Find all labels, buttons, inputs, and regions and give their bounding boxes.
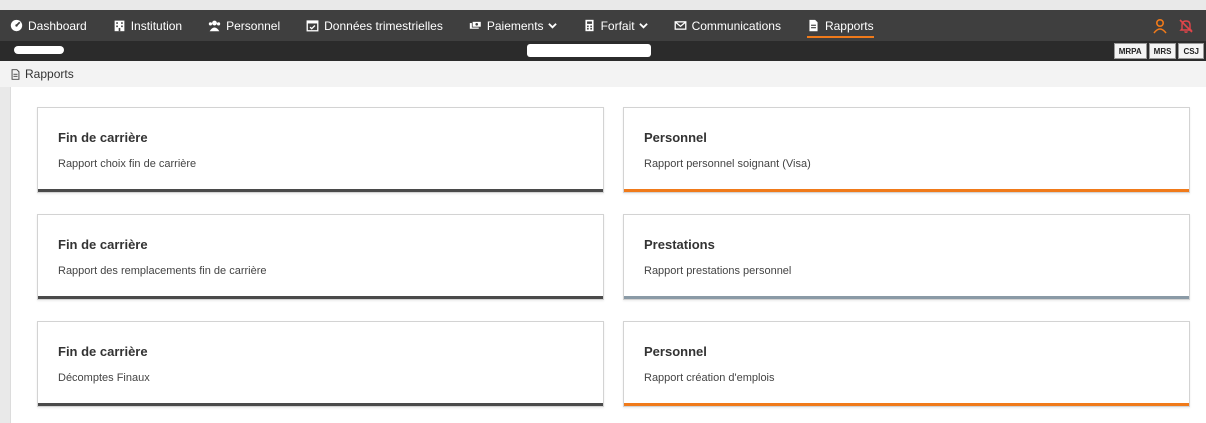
page-title: Rapports bbox=[25, 67, 74, 81]
calculator-icon bbox=[585, 19, 594, 32]
redacted-area bbox=[527, 44, 651, 57]
envelope-icon bbox=[674, 21, 687, 30]
nav-item-personnel[interactable]: Personnel bbox=[208, 10, 280, 41]
top-right-icons bbox=[1152, 10, 1194, 41]
card-description: Rapport création d'emplois bbox=[644, 372, 775, 384]
dashboard-icon bbox=[10, 19, 23, 32]
nav-item-label: Données trimestrielles bbox=[324, 18, 443, 33]
card-description: Rapport choix fin de carrière bbox=[58, 158, 197, 170]
sub-bar: MRPA MRS CSJ bbox=[0, 41, 1206, 61]
nav-item-paiements[interactable]: Paiements bbox=[469, 10, 557, 41]
money-icon bbox=[469, 21, 482, 29]
report-card-prestations[interactable]: Prestations Rapport prestations personne… bbox=[623, 214, 1190, 300]
nav-item-donnees-trimestrielles[interactable]: Données trimestrielles bbox=[306, 10, 443, 41]
nav-item-label: Forfait bbox=[600, 18, 635, 33]
report-icon bbox=[809, 19, 818, 32]
card-accent-bar bbox=[38, 189, 603, 192]
bell-slash-icon[interactable] bbox=[1178, 18, 1194, 34]
card-accent-bar bbox=[38, 296, 603, 299]
user-icon[interactable] bbox=[1152, 18, 1168, 34]
card-description: Rapport prestations personnel bbox=[644, 265, 792, 277]
report-icon bbox=[11, 68, 20, 80]
tag-mrpa[interactable]: MRPA bbox=[1113, 43, 1147, 59]
nav-item-label: Institution bbox=[130, 18, 183, 33]
card-title: Personnel bbox=[644, 130, 707, 145]
tag-csj[interactable]: CSJ bbox=[1178, 43, 1204, 59]
nav-item-rapports[interactable]: Rapports bbox=[806, 10, 874, 41]
report-card-personnel-soignant[interactable]: Personnel Rapport personnel soignant (Vi… bbox=[623, 107, 1190, 193]
nav-item-institution[interactable]: Institution bbox=[113, 10, 182, 41]
nav-item-label: Rapports bbox=[824, 18, 874, 33]
building-icon bbox=[114, 20, 125, 32]
tag-mrs[interactable]: MRS bbox=[1148, 43, 1177, 59]
nav-item-label: Personnel bbox=[226, 18, 281, 33]
nav-item-forfait[interactable]: Forfait bbox=[583, 10, 648, 41]
institution-type-tags: MRPA MRS CSJ bbox=[1113, 43, 1204, 59]
redacted-area bbox=[14, 46, 64, 54]
chevron-down-icon bbox=[638, 23, 648, 29]
card-title: Fin de carrière bbox=[58, 237, 148, 252]
nav-item-label: Communications bbox=[691, 18, 781, 33]
report-card-fin-de-carriere-remplacements[interactable]: Fin de carrière Rapport des remplacement… bbox=[37, 214, 604, 300]
card-description: Rapport des remplacements fin de carrièr… bbox=[58, 265, 267, 277]
users-icon bbox=[208, 20, 221, 32]
card-title: Prestations bbox=[644, 237, 715, 252]
report-card-creation-emplois[interactable]: Personnel Rapport création d'emplois bbox=[623, 321, 1190, 407]
card-title: Fin de carrière bbox=[58, 344, 148, 359]
card-description: Rapport personnel soignant (Visa) bbox=[644, 158, 811, 170]
card-description: Décomptes Finaux bbox=[58, 372, 150, 384]
chevron-down-icon bbox=[547, 23, 557, 29]
card-accent-bar bbox=[624, 403, 1189, 406]
top-nav-bar: Dashboard Institution Personnel Données … bbox=[0, 10, 1206, 41]
reports-grid: Fin de carrière Rapport choix fin de car… bbox=[10, 87, 1206, 423]
nav-item-communications[interactable]: Communications bbox=[674, 10, 781, 41]
card-accent-bar bbox=[624, 189, 1189, 192]
calendar-check-icon bbox=[306, 20, 319, 32]
card-accent-bar bbox=[624, 296, 1189, 299]
nav-item-dashboard[interactable]: Dashboard bbox=[10, 10, 87, 41]
nav-item-label: Paiements bbox=[486, 18, 544, 33]
card-title: Personnel bbox=[644, 344, 707, 359]
card-title: Fin de carrière bbox=[58, 130, 148, 145]
breadcrumb: Rapports bbox=[0, 61, 1206, 87]
report-card-decomptes-finaux[interactable]: Fin de carrière Décomptes Finaux bbox=[37, 321, 604, 407]
report-card-fin-de-carriere-choix[interactable]: Fin de carrière Rapport choix fin de car… bbox=[37, 107, 604, 193]
nav-item-label: Dashboard bbox=[28, 18, 87, 33]
card-accent-bar bbox=[38, 403, 603, 406]
